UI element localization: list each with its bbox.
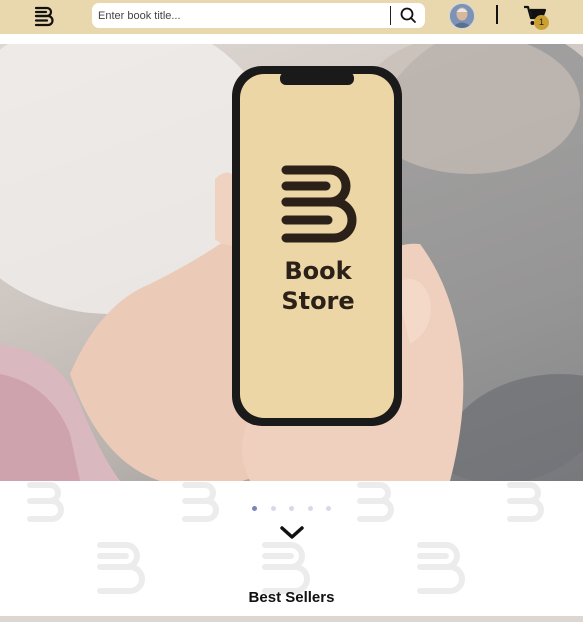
best-sellers-heading: Best Sellers <box>248 589 335 606</box>
carousel-dot-2[interactable] <box>271 506 276 511</box>
carousel-dot-1[interactable] <box>252 506 257 511</box>
carousel-dot-5[interactable] <box>326 506 331 511</box>
phone-logo-text: Book Store <box>240 256 396 316</box>
search-button[interactable] <box>395 5 423 26</box>
scroll-down-button[interactable] <box>280 525 304 541</box>
logo-text-book: Book <box>284 257 352 285</box>
search-divider <box>390 6 391 25</box>
top-navbar: 1 <box>0 0 583 34</box>
book-stack-logo-icon[interactable] <box>33 5 57 27</box>
search-input[interactable] <box>96 6 384 25</box>
hero-carousel-slide[interactable]: Book Store <box>0 44 583 481</box>
search-icon <box>400 7 416 23</box>
search-bar <box>92 3 425 28</box>
logo-text-store: Store <box>281 287 355 315</box>
header-divider <box>496 5 498 24</box>
carousel-dot-4[interactable] <box>308 506 313 511</box>
carousel-indicators <box>250 506 340 514</box>
bottom-edge <box>0 616 583 622</box>
cart-count-badge: 1 <box>534 15 549 30</box>
user-avatar[interactable] <box>449 3 475 29</box>
carousel-dot-3[interactable] <box>289 506 294 511</box>
chevron-down-icon <box>280 526 304 539</box>
